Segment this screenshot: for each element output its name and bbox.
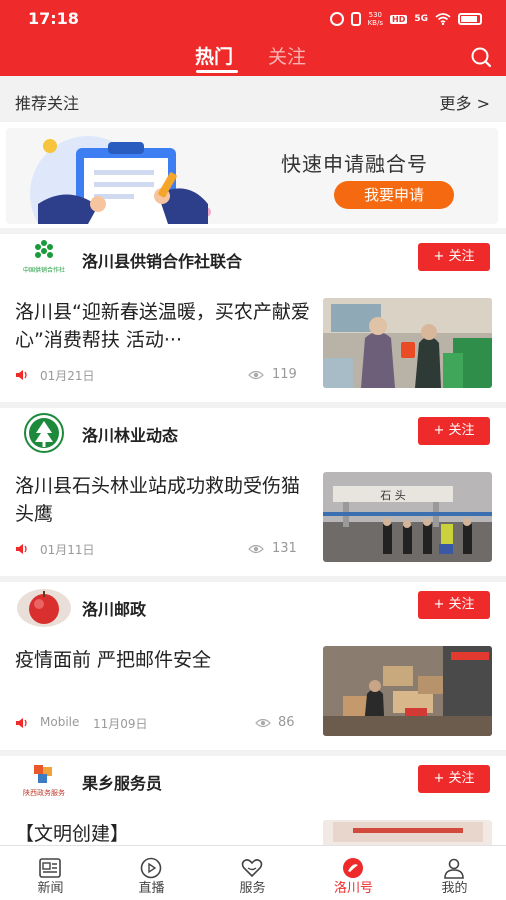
top-nav: 热门 关注 [0, 38, 506, 76]
nav-label: 直播 [138, 881, 165, 896]
banner-title: 快速申请融合号 [281, 152, 428, 176]
more-link[interactable]: 更多 > [440, 90, 491, 114]
article-thumbnail[interactable] [323, 298, 492, 388]
follow-button[interactable]: + 关注 [418, 417, 490, 445]
article-date: 01月21日 [40, 369, 95, 383]
article-thumbnail[interactable] [323, 820, 492, 845]
thumb-sign-text: 石 头 [380, 489, 406, 502]
follow-button[interactable]: + 关注 [418, 765, 490, 793]
tab-follow[interactable]: 关注 [268, 42, 306, 69]
article-meta: 01月11日 131 [15, 540, 297, 558]
article-views: 86 [278, 715, 295, 730]
article-thumbnail[interactable] [323, 646, 492, 736]
article-views: 131 [272, 541, 297, 556]
eye-icon [255, 718, 271, 728]
account-name: 洛川邮政 [82, 600, 147, 619]
nav-service[interactable]: 服务 [202, 846, 303, 900]
nav-label: 新闻 [37, 881, 64, 896]
article-title[interactable]: 洛川县“迎新春送温暖，买农产献爱心”消费帮扶 活动··· [15, 298, 311, 354]
article-source: Mobile [40, 715, 80, 729]
article-thumbnail[interactable]: 石 头 [323, 472, 492, 562]
bottom-nav: 新闻 直播 服务 洛川号 我的 [0, 845, 506, 900]
nav-label: 洛川号 [333, 881, 373, 896]
nav-luochuan-hao[interactable]: 洛川号 [303, 846, 404, 900]
apply-button[interactable]: 我要申请 [334, 181, 454, 209]
supply-coop-logo: 中国供销合作社 [23, 240, 65, 274]
shaanxi-gov-service-logo: 陕西政务服务 [23, 765, 65, 797]
speaker-icon[interactable] [15, 717, 29, 729]
article-title[interactable]: 【文明创建】 [15, 820, 311, 845]
tab-hot[interactable]: 热门 [195, 42, 233, 69]
recommend-title: 推荐关注 [15, 94, 80, 113]
account-row[interactable]: 洛川林业动态 + 关注 [0, 408, 506, 458]
apple-logo [17, 589, 71, 627]
vibrate-icon [350, 12, 361, 26]
recommend-header: 推荐关注 更多 > [0, 76, 506, 122]
account-row[interactable]: 陕西政务服务 果乡服务员 + 关注 [0, 756, 506, 806]
hd-badge: HD [390, 14, 408, 24]
article-title[interactable]: 疫情面前 严把邮件安全 [15, 646, 311, 674]
article-date: 11月09日 [93, 717, 148, 731]
search-icon[interactable] [470, 46, 492, 68]
battery-icon [458, 13, 482, 25]
account-row[interactable]: 中国供销合作社 洛川县供销合作社联合 + 关注 [0, 234, 506, 284]
nav-profile[interactable]: 我的 [404, 846, 505, 900]
nav-news[interactable]: 新闻 [0, 846, 101, 900]
article-item[interactable]: 洛川县“迎新春送温暖，买农产献爱心”消费帮扶 活动··· 01月21日 119 [0, 298, 506, 398]
follow-button[interactable]: + 关注 [418, 243, 490, 271]
eye-icon [248, 370, 264, 380]
forestry-logo [24, 413, 64, 453]
apply-banner[interactable]: 快速申请融合号 我要申请 [6, 128, 498, 224]
article-date: 01月11日 [40, 543, 95, 557]
speaker-icon[interactable] [15, 543, 29, 555]
nav-label: 我的 [441, 881, 468, 896]
alarm-icon [329, 12, 344, 26]
nav-label: 服务 [239, 881, 266, 896]
account-name: 果乡服务员 [82, 774, 163, 793]
article-meta: 01月21日 119 [15, 366, 297, 384]
account-name: 洛川县供销合作社联合 [82, 252, 243, 271]
article-item[interactable]: 【文明创建】 [0, 820, 506, 845]
status-time: 17:18 [28, 9, 79, 28]
follow-button[interactable]: + 关注 [418, 591, 490, 619]
wifi-icon [435, 13, 451, 25]
nav-live[interactable]: 直播 [101, 846, 202, 900]
net-speed: 530 KB/s [367, 11, 383, 27]
article-title[interactable]: 洛川县石头林业站成功救助受伤猫头鹰 [15, 472, 311, 528]
status-icons: 530 KB/s HD 5G [329, 11, 482, 27]
eye-icon [248, 544, 264, 554]
article-views: 119 [272, 367, 297, 382]
account-name: 洛川林业动态 [82, 426, 179, 445]
logo-text: 中国供销合作社 [23, 266, 65, 274]
active-tab-indicator [196, 70, 238, 73]
clipboard-illustration [30, 136, 211, 224]
signal-label: 5G [414, 14, 428, 24]
speaker-icon[interactable] [15, 369, 29, 381]
logo-text: 陕西政务服务 [23, 788, 65, 797]
article-item[interactable]: 洛川县石头林业站成功救助受伤猫头鹰 01月11日 131 石 头 [0, 472, 506, 572]
article-meta: Mobile 11月09日 86 [15, 714, 295, 732]
status-bar: 17:18 530 KB/s HD 5G [0, 0, 506, 38]
article-item[interactable]: 疫情面前 严把邮件安全 Mobile 11月09日 86 [0, 646, 506, 746]
account-row[interactable]: 洛川邮政 + 关注 [0, 582, 506, 632]
